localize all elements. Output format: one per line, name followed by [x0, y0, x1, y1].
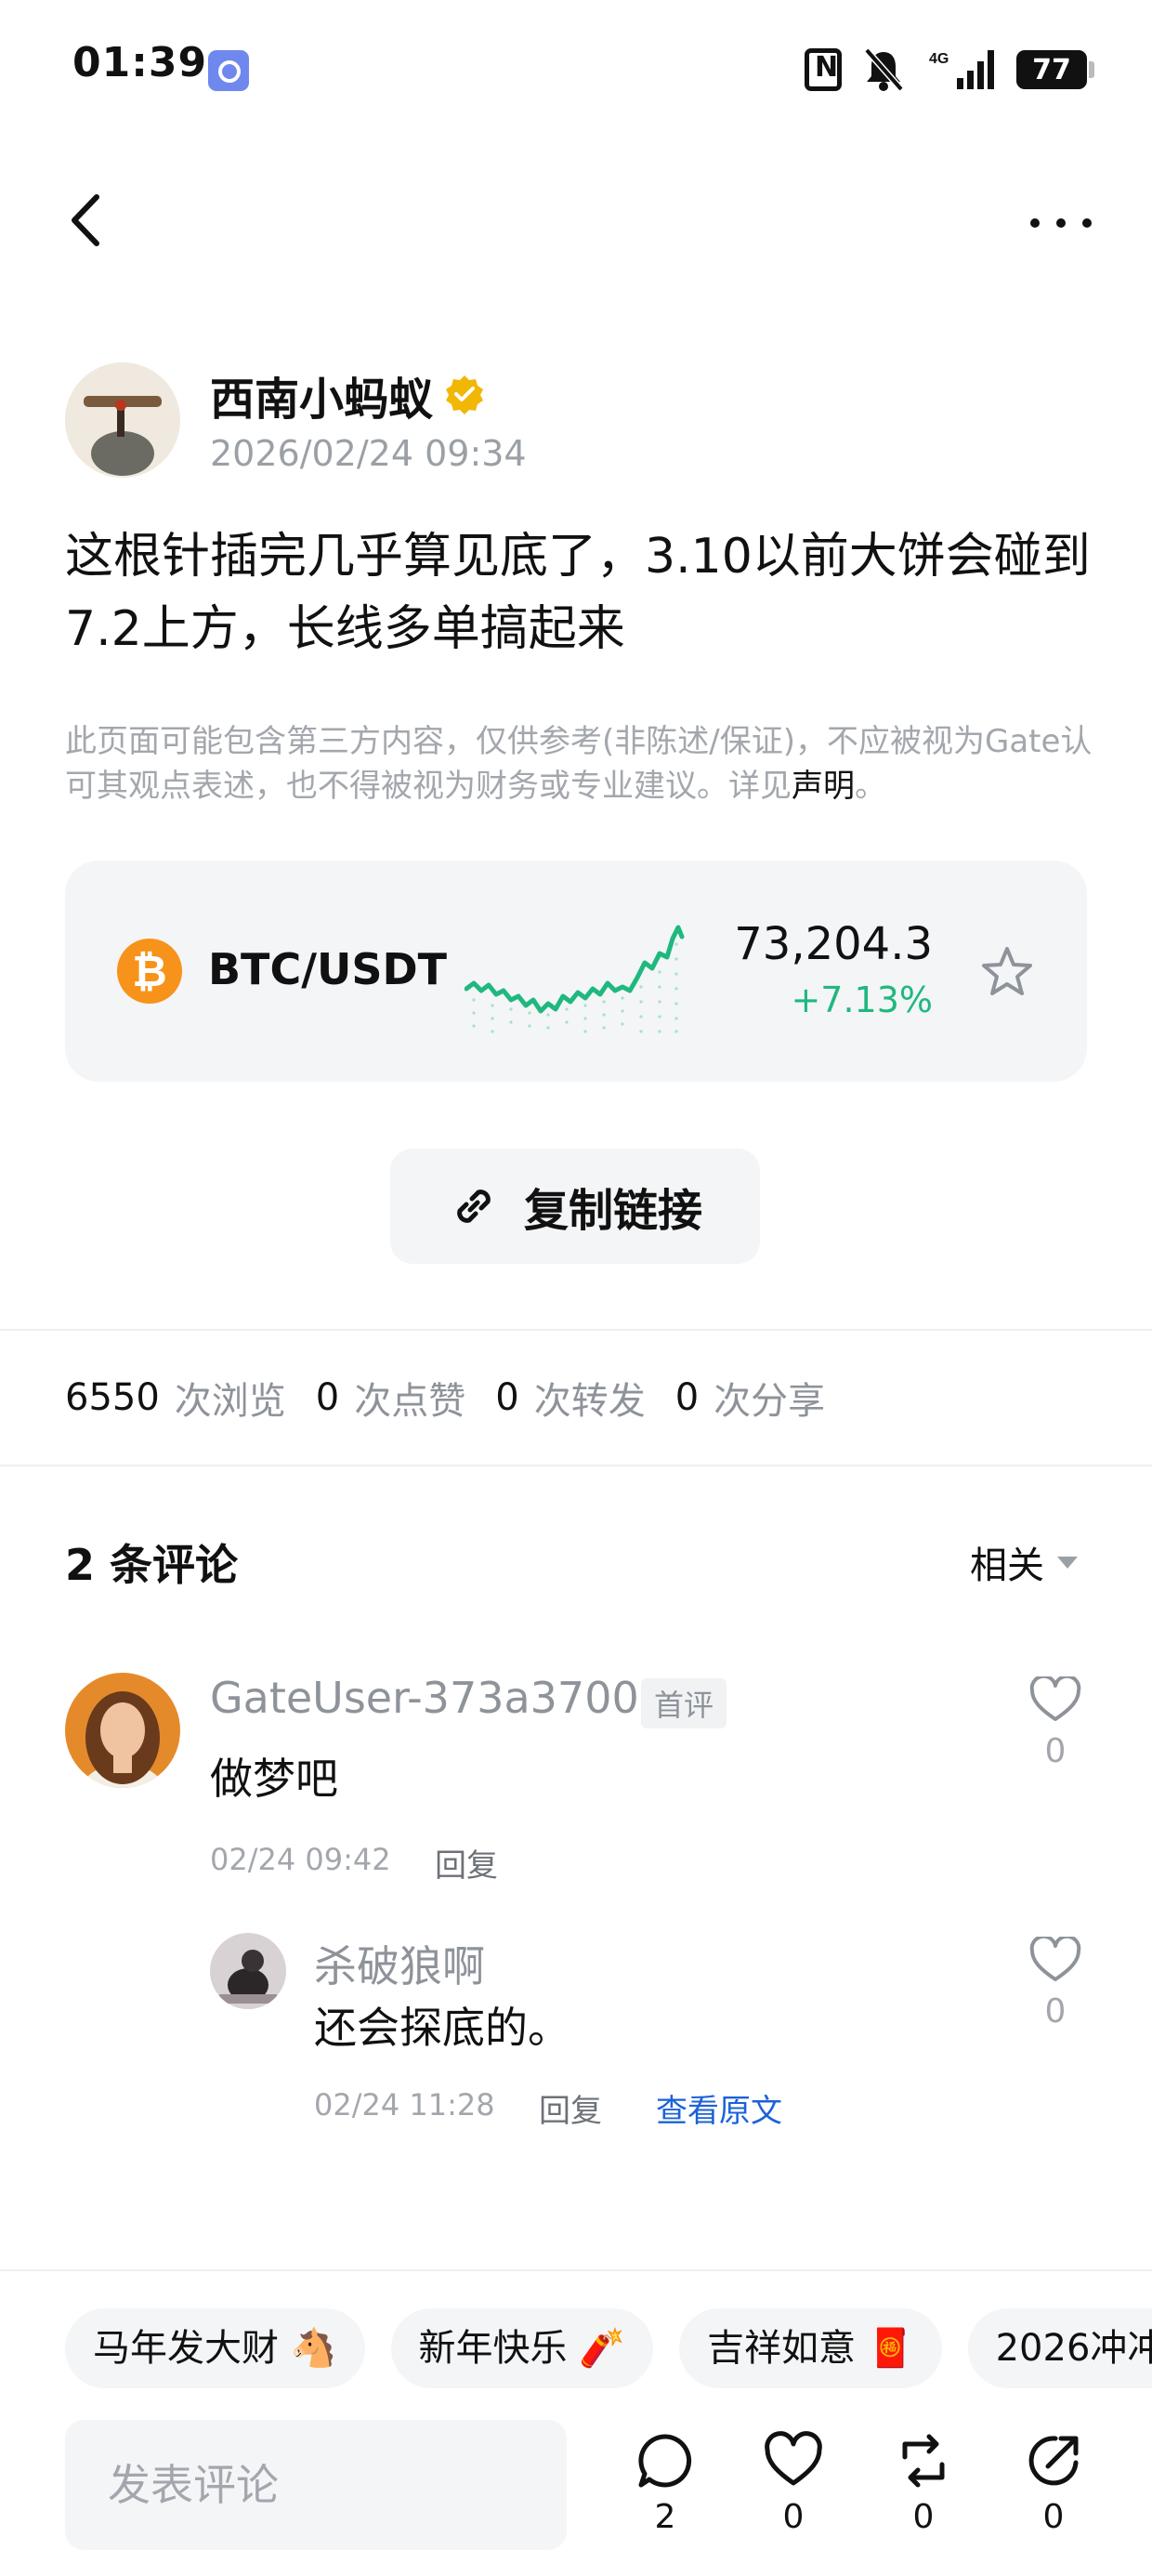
quick-reply-tags: 马年发大财 🐴 新年快乐 🧨 吉祥如意 🧧 2026冲冲 [65, 2308, 1152, 2388]
price-sparkline [465, 925, 685, 1033]
bell-muted-icon [864, 47, 904, 92]
comment-item: 杀破狼啊 还会探底的。 02/24 11:28 回复 查看原文 0 [65, 1933, 1087, 2137]
post-author: 西南小蚂蚁 2026/02/24 09:34 [65, 362, 1087, 483]
reply-button[interactable]: 回复 [435, 1840, 498, 1886]
comment-time: 02/24 11:28 [314, 2087, 495, 2123]
share-icon [1028, 2436, 1079, 2486]
post-content: 这根针插完几乎算见底了，3.10以前大饼会碰到7.2上方，长线多单搞起来 [65, 529, 1091, 657]
author-avatar[interactable] [65, 362, 180, 478]
commenter-avatar[interactable] [210, 1933, 286, 2009]
comment-action-count: 2 [654, 2498, 676, 2536]
like-action-button[interactable]: 0 [756, 2431, 831, 2536]
views-count: 6550 [65, 1376, 160, 1419]
sparkline-line [465, 925, 685, 1014]
app-notification-icon [208, 50, 249, 91]
heart-icon [1029, 1934, 1081, 1981]
ticker-card[interactable]: ₿ BTC/USDT 73,204.3 +7.13% [65, 861, 1087, 1082]
reposts-label: 次转发 [533, 1380, 646, 1423]
view-original-link[interactable]: 查看原文 [656, 2085, 782, 2131]
more-options-button[interactable] [1024, 195, 1098, 251]
commenter-avatar[interactable] [65, 1673, 180, 1788]
repost-icon [902, 2434, 945, 2488]
comment-like-count: 0 [1044, 1992, 1067, 2031]
heart-icon [1029, 1674, 1081, 1721]
comment-like-button[interactable]: 0 [1028, 1934, 1083, 2031]
divider [0, 2269, 1152, 2271]
first-comment-badge: 首评 [641, 1678, 727, 1728]
author-name[interactable]: 西南小蚂蚁 [210, 362, 433, 427]
comment-time: 02/24 09:42 [210, 1842, 391, 1877]
reposts-count: 0 [495, 1376, 519, 1419]
caret-down-icon [1057, 1556, 1078, 1569]
views-label: 次浏览 [174, 1380, 286, 1423]
network-type-label: 4G [929, 51, 949, 67]
shares-label: 次分享 [713, 1380, 826, 1423]
favorite-star-icon[interactable] [979, 944, 1035, 1000]
comments-title: 2 条评论 [65, 1540, 239, 1590]
sparkline-fill-dots [472, 942, 678, 1033]
disclaimer-text: 此页面可能包含第三方内容，仅供参考(非陈述/保证)，不应被视为Gate认可其观点… [65, 723, 1093, 805]
nfc-icon [805, 48, 842, 91]
comment-text: 做梦吧 [210, 1754, 338, 1804]
disclaimer-link[interactable]: 声明 [792, 768, 855, 805]
quick-tag[interactable]: 新年快乐 🧨 [390, 2308, 654, 2388]
post-timestamp: 2026/02/24 09:34 [210, 433, 527, 474]
ticker-pair: BTC/USDT [208, 944, 448, 994]
share-action-button[interactable]: 0 [1016, 2431, 1091, 2536]
status-bar: 01:39 4G 77 [0, 0, 1152, 139]
divider [0, 1465, 1152, 1466]
verified-badge-icon [446, 375, 483, 414]
comment-like-count: 0 [1044, 1732, 1067, 1770]
quick-tag[interactable]: 吉祥如意 🧧 [679, 2308, 942, 2388]
top-nav [0, 167, 1152, 279]
copy-link-label: 复制链接 [523, 1185, 702, 1237]
disclaimer: 此页面可能包含第三方内容，仅供参考(非陈述/保证)，不应被视为Gate认可其观点… [65, 719, 1096, 808]
quick-tag[interactable]: 马年发大财 🐴 [65, 2308, 365, 2388]
sort-label: 相关 [970, 1544, 1044, 1587]
signal-icon: 4G [929, 50, 994, 89]
commenter-name[interactable]: GateUser-373a3700 [210, 1673, 639, 1723]
battery-icon: 77 [1016, 50, 1094, 89]
heart-icon [765, 2431, 822, 2486]
back-button[interactable] [59, 188, 115, 253]
bitcoin-icon: ₿ [117, 939, 182, 1004]
comment-bubble-icon [638, 2434, 692, 2488]
post-stats: 6550 次浏览 0 次点赞 0 次转发 0 次分享 [65, 1370, 855, 1426]
ticker-change: +7.13% [791, 979, 933, 1020]
comment-like-button[interactable]: 0 [1028, 1674, 1083, 1770]
commenter-name[interactable]: 杀破狼啊 [314, 1933, 485, 1994]
link-icon [457, 1189, 491, 1223]
reply-button[interactable]: 回复 [539, 2085, 602, 2131]
likes-label: 次点赞 [354, 1380, 466, 1423]
repost-action-button[interactable]: 0 [886, 2431, 961, 2536]
status-icons: 4G 77 [805, 45, 1094, 95]
shares-count: 0 [674, 1376, 700, 1419]
quick-tag[interactable]: 2026冲冲 [967, 2308, 1152, 2388]
comment-action-button[interactable]: 2 [628, 2431, 702, 2536]
copy-link-button[interactable]: 复制链接 [390, 1149, 760, 1264]
sort-dropdown[interactable]: 相关 [970, 1535, 1078, 1589]
status-time: 01:39 [72, 39, 208, 86]
likes-count: 0 [315, 1376, 340, 1419]
disclaimer-end: 。 [855, 768, 886, 805]
comment-item: GateUser-373a3700 首评 做梦吧 02/24 09:42 回复 … [65, 1673, 1087, 1886]
comment-input[interactable] [65, 2420, 567, 2550]
repost-action-count: 0 [912, 2498, 935, 2536]
like-action-count: 0 [782, 2498, 805, 2536]
share-action-count: 0 [1042, 2498, 1065, 2536]
divider [0, 1329, 1152, 1331]
ticker-price: 73,204.3 [734, 918, 933, 970]
comment-text: 还会探底的。 [314, 2003, 570, 2053]
